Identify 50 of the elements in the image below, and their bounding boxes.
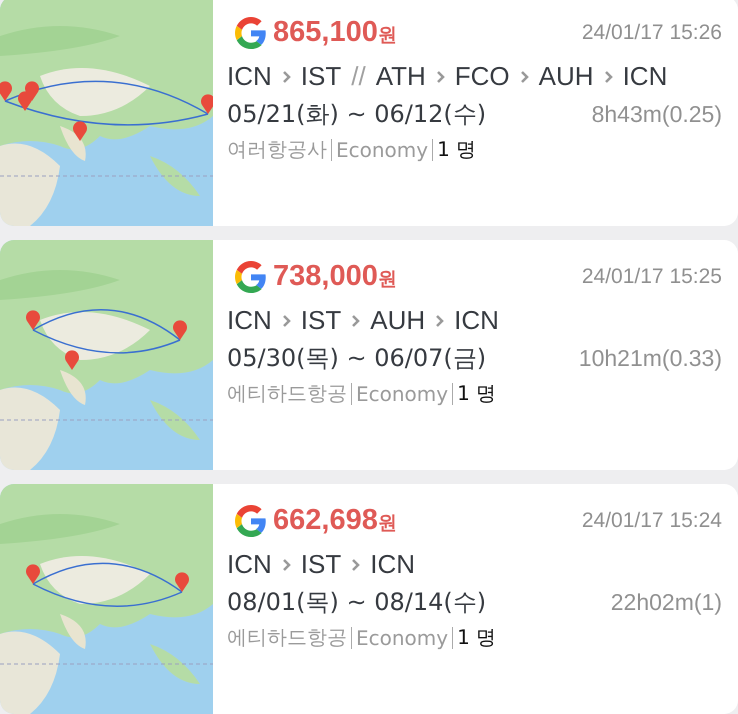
chevron-right-icon — [436, 70, 445, 84]
airline-name: 여러항공사 — [227, 136, 327, 163]
chevron-right-icon — [520, 70, 529, 84]
flight-card[interactable]: 662,698원 24/01/17 15:24 ICN IST ICN 08/01(목) ~ 08/14(수) 22h02m(1) 에티하드항공 Economy 1 명 — [0, 484, 738, 714]
airport-code: ICN — [227, 61, 272, 92]
chevron-right-icon — [604, 70, 613, 84]
travel-dates: 08/01(목) ~ 08/14(수) — [227, 587, 486, 618]
chevron-right-icon — [282, 314, 291, 328]
airline-name: 에티하드항공 — [227, 624, 347, 651]
cabin-class: Economy — [356, 382, 448, 406]
travel-dates: 05/30(목) ~ 06/07(금) — [227, 343, 486, 374]
airport-code: FCO — [454, 61, 510, 92]
flight-duration: 8h43m(0.25) — [592, 100, 722, 128]
airline-name: 에티하드항공 — [227, 380, 347, 407]
chevron-right-icon — [351, 314, 360, 328]
flight-card[interactable]: 865,100원 24/01/17 15:26 ICN IST // ATH FCO AUH ICN 05/21(화) ~ 06/12(수) 8h43m(0.25) 여러항공사 Economy 1 명 — [0, 0, 738, 226]
chevron-right-icon — [282, 70, 291, 84]
timestamp: 24/01/17 15:25 — [582, 264, 722, 288]
google-logo-icon — [235, 260, 267, 292]
airport-code: ICN — [454, 305, 499, 336]
passenger-count: 1 명 — [457, 380, 496, 407]
flight-duration: 22h02m(1) — [610, 588, 722, 616]
airport-code: IST — [300, 549, 342, 580]
airport-code: IST — [300, 305, 342, 336]
airport-code: ICN — [622, 61, 668, 92]
cabin-class: Economy — [356, 626, 448, 650]
price: 865,100원 — [273, 16, 397, 49]
chevron-right-icon — [282, 558, 291, 572]
airport-code: AUH — [370, 305, 426, 336]
passenger-count: 1 명 — [437, 136, 476, 163]
price: 738,000원 — [273, 260, 397, 293]
price: 662,698원 — [273, 504, 397, 537]
timestamp: 24/01/17 15:26 — [582, 20, 722, 44]
airport-code: ICN — [227, 549, 272, 580]
airport-code: ICN — [227, 305, 272, 336]
chevron-right-icon — [435, 314, 444, 328]
cabin-class: Economy — [336, 138, 428, 162]
airport-code: IST — [300, 61, 342, 92]
google-logo-icon — [235, 504, 267, 536]
airport-code: ICN — [370, 549, 416, 580]
airport-code: AUH — [538, 61, 594, 92]
route-break: // — [351, 61, 366, 92]
travel-dates: 05/21(화) ~ 06/12(수) — [227, 99, 486, 130]
passenger-count: 1 명 — [457, 624, 496, 651]
google-logo-icon — [235, 16, 267, 48]
timestamp: 24/01/17 15:24 — [582, 508, 722, 532]
flight-duration: 10h21m(0.33) — [578, 344, 722, 372]
chevron-right-icon — [351, 558, 360, 572]
flight-card[interactable]: 738,000원 24/01/17 15:25 ICN IST AUH ICN 05/30(목) ~ 06/07(금) 10h21m(0.33) 에티하드항공 Economy 1 명 — [0, 240, 738, 470]
airport-code: ATH — [376, 61, 426, 92]
